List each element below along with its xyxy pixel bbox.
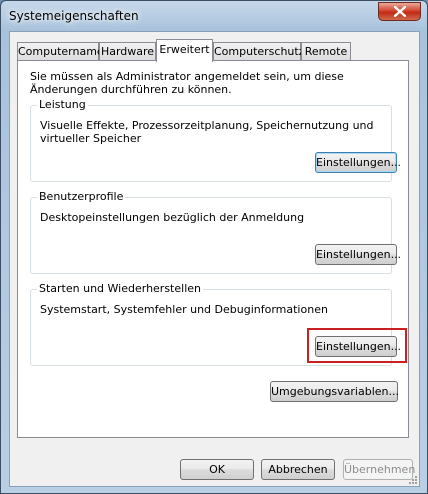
tab-hardware[interactable]: Hardware [99, 42, 156, 61]
group-label-starten: Starten und Wiederherstellen [37, 282, 203, 296]
dialog-client-area: Computername Hardware Erweitert Computer… [9, 31, 420, 487]
ok-button[interactable]: OK [180, 459, 254, 480]
resize-grip-icon[interactable] [407, 474, 417, 484]
tab-panel-erweitert: Sie müssen als Administrator angemeldet … [17, 60, 409, 438]
group-label-benutzerprofile: Benutzerprofile [37, 190, 126, 204]
group-desc-leistung: Visuelle Effekte, Prozessorzeitplanung, … [40, 119, 374, 145]
cancel-button[interactable]: Abbrechen [261, 459, 335, 480]
benutzerprofile-settings-button[interactable]: Einstellungen... [315, 244, 401, 265]
admin-notice: Sie müssen als Administrator angemeldet … [30, 70, 344, 96]
group-desc-benutzerprofile: Desktopeinstellungen bezüglich der Anmel… [40, 211, 305, 224]
tab-computerschutz[interactable]: Computerschutz [213, 42, 305, 61]
group-desc-starten: Systemstart, Systemfehler und Debuginfor… [40, 303, 328, 316]
group-starten-wiederherstellen: Starten und Wiederherstellen Systemstart… [30, 282, 407, 366]
group-benutzerprofile: Benutzerprofile Desktopeinstellungen bez… [30, 190, 401, 274]
apply-button[interactable]: Übernehmen [343, 459, 415, 480]
system-properties-window: Systemeigenschaften Computername Hardwar… [0, 0, 428, 494]
environment-variables-button[interactable]: Umgebungsvariablen... [270, 381, 399, 402]
close-icon [393, 6, 406, 17]
group-label-leistung: Leistung [37, 98, 88, 112]
tab-computername[interactable]: Computername [17, 42, 104, 61]
tab-remote[interactable]: Remote [301, 42, 351, 61]
window-title: Systemeigenschaften [9, 9, 139, 23]
close-button[interactable] [378, 2, 421, 21]
group-leistung: Leistung Visuelle Effekte, Prozessorzeit… [30, 98, 401, 182]
tab-erweitert[interactable]: Erweitert [156, 39, 213, 62]
leistung-settings-button[interactable]: Einstellungen... [315, 152, 401, 173]
starten-settings-button[interactable]: Einstellungen... [315, 336, 401, 357]
title-bar[interactable]: Systemeigenschaften [1, 1, 427, 31]
